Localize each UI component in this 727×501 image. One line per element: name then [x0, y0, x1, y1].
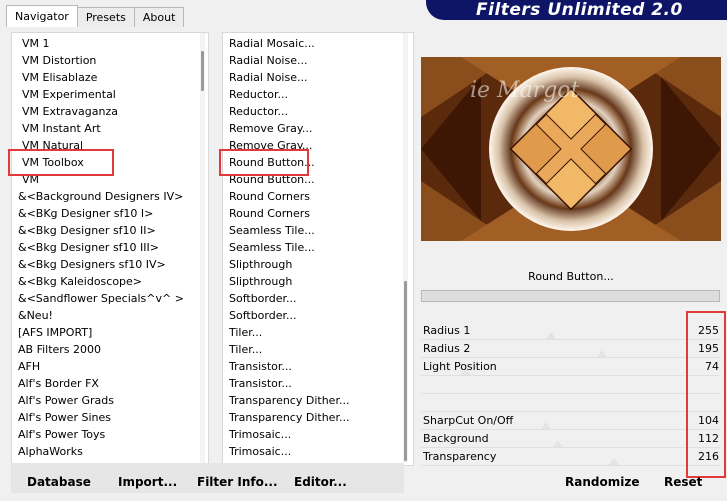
parameter-slider[interactable]: Radius 2 195 [421, 340, 721, 358]
parameter-slider[interactable] [421, 394, 721, 412]
parameter-label: Light Position [423, 360, 497, 373]
slider-thumb[interactable] [546, 332, 556, 339]
filter-item[interactable]: Round Corners [225, 188, 349, 205]
category-item[interactable]: VM Distortion [14, 52, 184, 69]
filter-item[interactable]: Radial Noise... [225, 52, 349, 69]
category-item[interactable]: AlphaWorks [14, 443, 184, 460]
category-item[interactable]: Alf's Power Sines [14, 409, 184, 426]
category-item[interactable]: &<Bkg Designers sf10 IV> [14, 256, 184, 273]
category-item[interactable]: &<Bkg Designer sf10 II> [14, 222, 184, 239]
filter-item[interactable]: Round Corners [225, 205, 349, 222]
filter-item[interactable]: Softborder... [225, 307, 349, 324]
tab-navigator[interactable]: Navigator [6, 5, 78, 27]
category-item[interactable]: VM Experimental [14, 86, 184, 103]
category-item[interactable]: &<Sandflower Specials^v^ > [14, 290, 184, 307]
parameter-label: Transparency [423, 450, 497, 463]
filter-info-button[interactable]: Filter Info... [197, 473, 278, 491]
filter-item[interactable]: Softborder... [225, 290, 349, 307]
filter-list[interactable]: Radial Mosaic... Radial Noise... Radial No… [225, 35, 349, 465]
import-button[interactable]: Import... [118, 473, 177, 491]
category-scroll-thumb[interactable] [201, 51, 204, 91]
filter-item[interactable]: Remove Gray... [225, 120, 349, 137]
filter-item[interactable]: Transparency Dither... [225, 392, 349, 409]
filter-item[interactable]: Transistor... [225, 375, 349, 392]
filter-item[interactable]: Seamless Tile... [225, 239, 349, 256]
category-item[interactable]: &Neu! [14, 307, 184, 324]
category-item[interactable]: VM Instant Art [14, 120, 184, 137]
filter-scrollbar[interactable] [403, 33, 408, 463]
category-item[interactable]: VM Extravaganza [14, 103, 184, 120]
filter-scroll-thumb[interactable] [404, 281, 407, 461]
filter-item[interactable]: Seamless Tile... [225, 222, 349, 239]
filter-item[interactable]: Radial Mosaic... [225, 35, 349, 52]
category-list-panel[interactable]: VM 1 VM Distortion VM Elisablaze VM Experim… [11, 32, 209, 466]
category-item[interactable]: VM Elisablaze [14, 69, 184, 86]
tab-about[interactable]: About [133, 7, 185, 27]
category-item[interactable]: &<Bkg Designer sf10 III> [14, 239, 184, 256]
watermark-text: ie Margot [470, 78, 580, 103]
highlight-values [686, 311, 726, 478]
filter-item[interactable]: Transistor... [225, 358, 349, 375]
filter-item[interactable]: Reductor... [225, 86, 349, 103]
parameter-slider[interactable]: Transparency 216 [421, 448, 721, 466]
title-banner: Filters Unlimited 2.0 [426, 0, 727, 20]
progress-bar [421, 290, 720, 302]
category-scrollbar[interactable] [200, 33, 205, 463]
filter-item[interactable]: Radial Noise... [225, 69, 349, 86]
category-item[interactable]: AFH [14, 358, 184, 375]
category-item[interactable]: [AFS IMPORT] [14, 324, 184, 341]
slider-thumb[interactable] [609, 458, 619, 465]
category-item[interactable]: Alf's Power Grads [14, 392, 184, 409]
category-item[interactable]: &<Bkg Kaleidoscope> [14, 273, 184, 290]
filter-item[interactable]: Reductor... [225, 103, 349, 120]
category-item[interactable]: VM 1 [14, 35, 184, 52]
parameter-slider[interactable] [421, 376, 721, 394]
highlight-category [8, 149, 114, 176]
filter-item[interactable]: Trimosaic... [225, 443, 349, 460]
filter-item[interactable]: Slipthrough [225, 256, 349, 273]
parameter-label: Background [423, 432, 489, 445]
slider-thumb[interactable] [597, 350, 607, 357]
category-item[interactable]: &<Background Designers IV> [14, 188, 184, 205]
slider-thumb[interactable] [541, 422, 551, 429]
category-item[interactable]: Alf's Power Toys [14, 426, 184, 443]
category-item[interactable]: &<BKg Designer sf10 I> [14, 205, 184, 222]
category-item[interactable]: AB Filters 2000 [14, 341, 184, 358]
parameter-slider[interactable]: Background 112 [421, 430, 721, 448]
parameter-slider[interactable]: Light Position 74 [421, 358, 721, 376]
highlight-filter [219, 149, 309, 176]
editor-button[interactable]: Editor... [294, 473, 347, 491]
filter-item[interactable]: Transparency Dither... [225, 409, 349, 426]
app-title: Filters Unlimited 2.0 [476, 0, 683, 20]
category-item[interactable]: Alf's Border FX [14, 375, 184, 392]
randomize-button[interactable]: Randomize [565, 473, 639, 491]
reset-button[interactable]: Reset [664, 473, 702, 491]
parameter-label: Radius 1 [423, 324, 471, 337]
filter-item[interactable]: Tiler... [225, 324, 349, 341]
parameter-slider[interactable]: SharpCut On/Off 104 [421, 412, 721, 430]
parameter-label: Radius 2 [423, 342, 471, 355]
tab-bar: Navigator Presets About [6, 5, 185, 27]
filter-item[interactable]: Tiler... [225, 341, 349, 358]
filter-item[interactable]: Slipthrough [225, 273, 349, 290]
slider-thumb[interactable] [553, 440, 563, 447]
selected-filter-name: Round Button... [528, 270, 614, 283]
category-list[interactable]: VM 1 VM Distortion VM Elisablaze VM Experim… [14, 35, 184, 465]
filter-list-panel[interactable]: Radial Mosaic... Radial Noise... Radial No… [222, 32, 414, 466]
parameter-label: SharpCut On/Off [423, 414, 514, 427]
filter-item[interactable]: Trimosaic... [225, 426, 349, 443]
parameter-slider[interactable]: Radius 1 255 [421, 322, 721, 340]
tab-presets[interactable]: Presets [76, 7, 135, 27]
database-button[interactable]: Database [27, 473, 91, 491]
